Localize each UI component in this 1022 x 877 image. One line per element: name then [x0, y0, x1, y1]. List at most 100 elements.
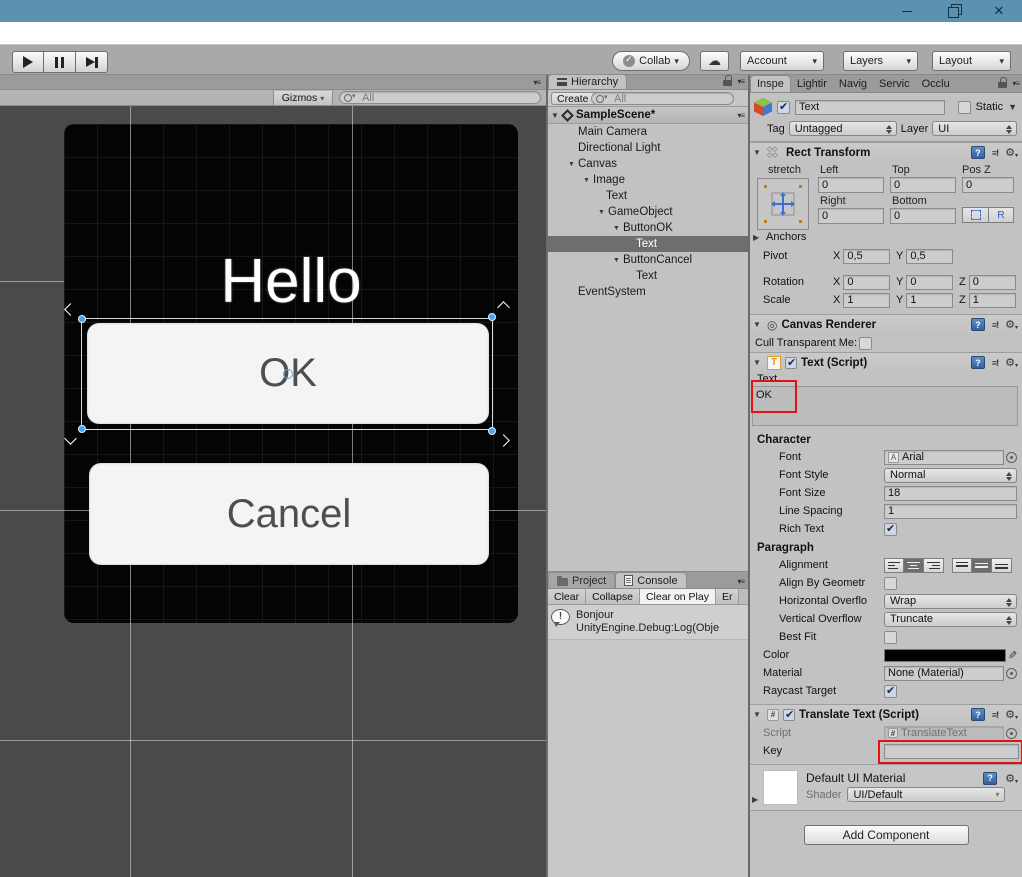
lock-icon[interactable]: [998, 80, 1007, 88]
gizmos-dropdown[interactable]: Gizmos ▾: [273, 91, 333, 105]
shader-dropdown[interactable]: UI/Default▾: [847, 787, 1005, 802]
object-picker-icon[interactable]: [1006, 728, 1017, 739]
foldout-arrow[interactable]: [753, 320, 763, 329]
font-field[interactable]: Arial: [884, 450, 1004, 465]
error-pause-button[interactable]: Er: [716, 589, 740, 604]
clear-on-play-button[interactable]: Clear on Play: [640, 589, 716, 604]
hierarchy-item-main-camera[interactable]: Main Camera: [548, 124, 748, 140]
tab-navigation[interactable]: Navig: [833, 75, 873, 92]
hierarchy-item-text[interactable]: Text: [548, 188, 748, 204]
hierarchy-item-image[interactable]: Image: [548, 172, 748, 188]
tab-services[interactable]: Servic: [873, 75, 916, 92]
play-button[interactable]: [12, 51, 44, 73]
gear-icon[interactable]: [1005, 318, 1018, 331]
close-button[interactable]: [976, 0, 1022, 22]
foldout-arrow[interactable]: [568, 161, 578, 168]
pause-button[interactable]: [44, 51, 76, 73]
hierarchy-item-text2[interactable]: Text: [548, 268, 748, 284]
horizontal-overflow-dropdown[interactable]: Wrap: [884, 594, 1017, 609]
line-spacing-field[interactable]: 1: [884, 504, 1017, 519]
canvas-renderer-header[interactable]: Canvas Renderer: [750, 314, 1022, 334]
gear-icon[interactable]: [1005, 356, 1018, 369]
tab-console[interactable]: Console: [615, 572, 686, 588]
right-field[interactable]: 0: [818, 208, 884, 224]
preset-icon[interactable]: [992, 320, 998, 330]
layers-dropdown[interactable]: Layers: [843, 51, 918, 71]
material-preview-swatch[interactable]: [763, 770, 798, 805]
align-left-button[interactable]: [884, 558, 904, 573]
rect-transform-header[interactable]: Rect Transform: [750, 142, 1022, 162]
gear-icon[interactable]: [1005, 772, 1018, 785]
pivot-x-field[interactable]: 0,5: [843, 249, 890, 264]
layout-dropdown[interactable]: Layout: [932, 51, 1011, 71]
cull-transparent-checkbox[interactable]: [859, 337, 872, 350]
step-button[interactable]: [76, 51, 108, 73]
foldout-arrow[interactable]: [613, 257, 623, 264]
scale-y-field[interactable]: 1: [906, 293, 953, 308]
left-field[interactable]: 0: [818, 177, 884, 193]
hierarchy-item-buttonok[interactable]: ButtonOK: [548, 220, 748, 236]
hierarchy-search-input[interactable]: All: [591, 92, 734, 105]
inspector-panel-menu-icon[interactable]: [1012, 79, 1019, 88]
align-top-button[interactable]: [952, 558, 972, 573]
clear-button[interactable]: Clear: [548, 589, 586, 604]
raycast-target-checkbox[interactable]: [884, 685, 897, 698]
rotation-z-field[interactable]: 0: [969, 275, 1016, 290]
tab-hierarchy[interactable]: Hierarchy: [548, 74, 627, 89]
preset-icon[interactable]: [992, 710, 998, 720]
collapse-button[interactable]: Collapse: [586, 589, 640, 604]
name-field[interactable]: Text: [795, 100, 945, 115]
log-entry[interactable]: Bonjour UnityEngine.Debug:Log(Obje: [548, 605, 748, 640]
vertical-overflow-dropdown[interactable]: Truncate: [884, 612, 1017, 627]
restore-button[interactable]: [930, 0, 976, 22]
tab-inspector[interactable]: Inspe: [750, 75, 791, 92]
anchors-foldout[interactable]: Anchors: [753, 231, 806, 243]
scale-z-field[interactable]: 1: [969, 293, 1016, 308]
hierarchy-item-canvas[interactable]: Canvas: [548, 156, 748, 172]
script-field[interactable]: TranslateText: [884, 726, 1004, 741]
foldout-arrow[interactable]: [551, 111, 561, 120]
collab-dropdown[interactable]: Collab: [612, 51, 690, 71]
console-panel-menu-icon[interactable]: [737, 577, 744, 586]
lock-icon[interactable]: [723, 78, 732, 86]
tab-lighting[interactable]: Lightir: [791, 75, 833, 92]
color-swatch[interactable]: [884, 649, 1006, 662]
add-component-button[interactable]: Add Component: [804, 825, 969, 845]
help-icon[interactable]: [971, 356, 985, 369]
rich-text-checkbox[interactable]: [884, 523, 897, 536]
key-field[interactable]: [884, 744, 1019, 759]
pivot-y-field[interactable]: 0,5: [906, 249, 953, 264]
hierarchy-item-gameobject[interactable]: GameObject: [548, 204, 748, 220]
align-middle-button[interactable]: [972, 558, 992, 573]
static-dropdown-icon[interactable]: ▼: [1008, 102, 1017, 112]
align-center-button[interactable]: [904, 558, 924, 573]
gear-icon[interactable]: [1005, 146, 1018, 159]
blueprint-mode-button[interactable]: [962, 207, 989, 223]
tag-dropdown[interactable]: Untagged: [789, 121, 897, 136]
object-picker-icon[interactable]: [1006, 668, 1017, 679]
material-field[interactable]: None (Material): [884, 666, 1004, 681]
scene-panel-menu-icon[interactable]: [533, 78, 540, 87]
pivot-handle[interactable]: [283, 369, 293, 379]
help-icon[interactable]: [971, 146, 985, 159]
scene-viewport[interactable]: Hello OK Cancel: [0, 106, 546, 877]
gear-icon[interactable]: [1005, 708, 1018, 721]
hierarchy-item-buttoncancel[interactable]: ButtonCancel: [548, 252, 748, 268]
static-checkbox[interactable]: [958, 101, 971, 114]
scene-header-row[interactable]: SampleScene*: [548, 107, 748, 124]
align-right-button[interactable]: [924, 558, 944, 573]
best-fit-checkbox[interactable]: [884, 631, 897, 644]
raw-edit-button[interactable]: R: [988, 207, 1014, 223]
foldout-arrow[interactable]: [752, 795, 762, 804]
posz-field[interactable]: 0: [962, 177, 1014, 193]
foldout-arrow[interactable]: [598, 209, 608, 216]
preset-icon[interactable]: [992, 148, 998, 158]
active-checkbox[interactable]: [777, 101, 790, 114]
align-by-geometry-checkbox[interactable]: [884, 577, 897, 590]
foldout-arrow[interactable]: [753, 710, 763, 719]
foldout-arrow[interactable]: [613, 225, 623, 232]
cancel-ui-button[interactable]: Cancel: [89, 463, 489, 565]
scene-menu-icon[interactable]: [737, 111, 744, 120]
rotation-y-field[interactable]: 0: [906, 275, 953, 290]
scene-search-input[interactable]: All: [339, 91, 541, 104]
